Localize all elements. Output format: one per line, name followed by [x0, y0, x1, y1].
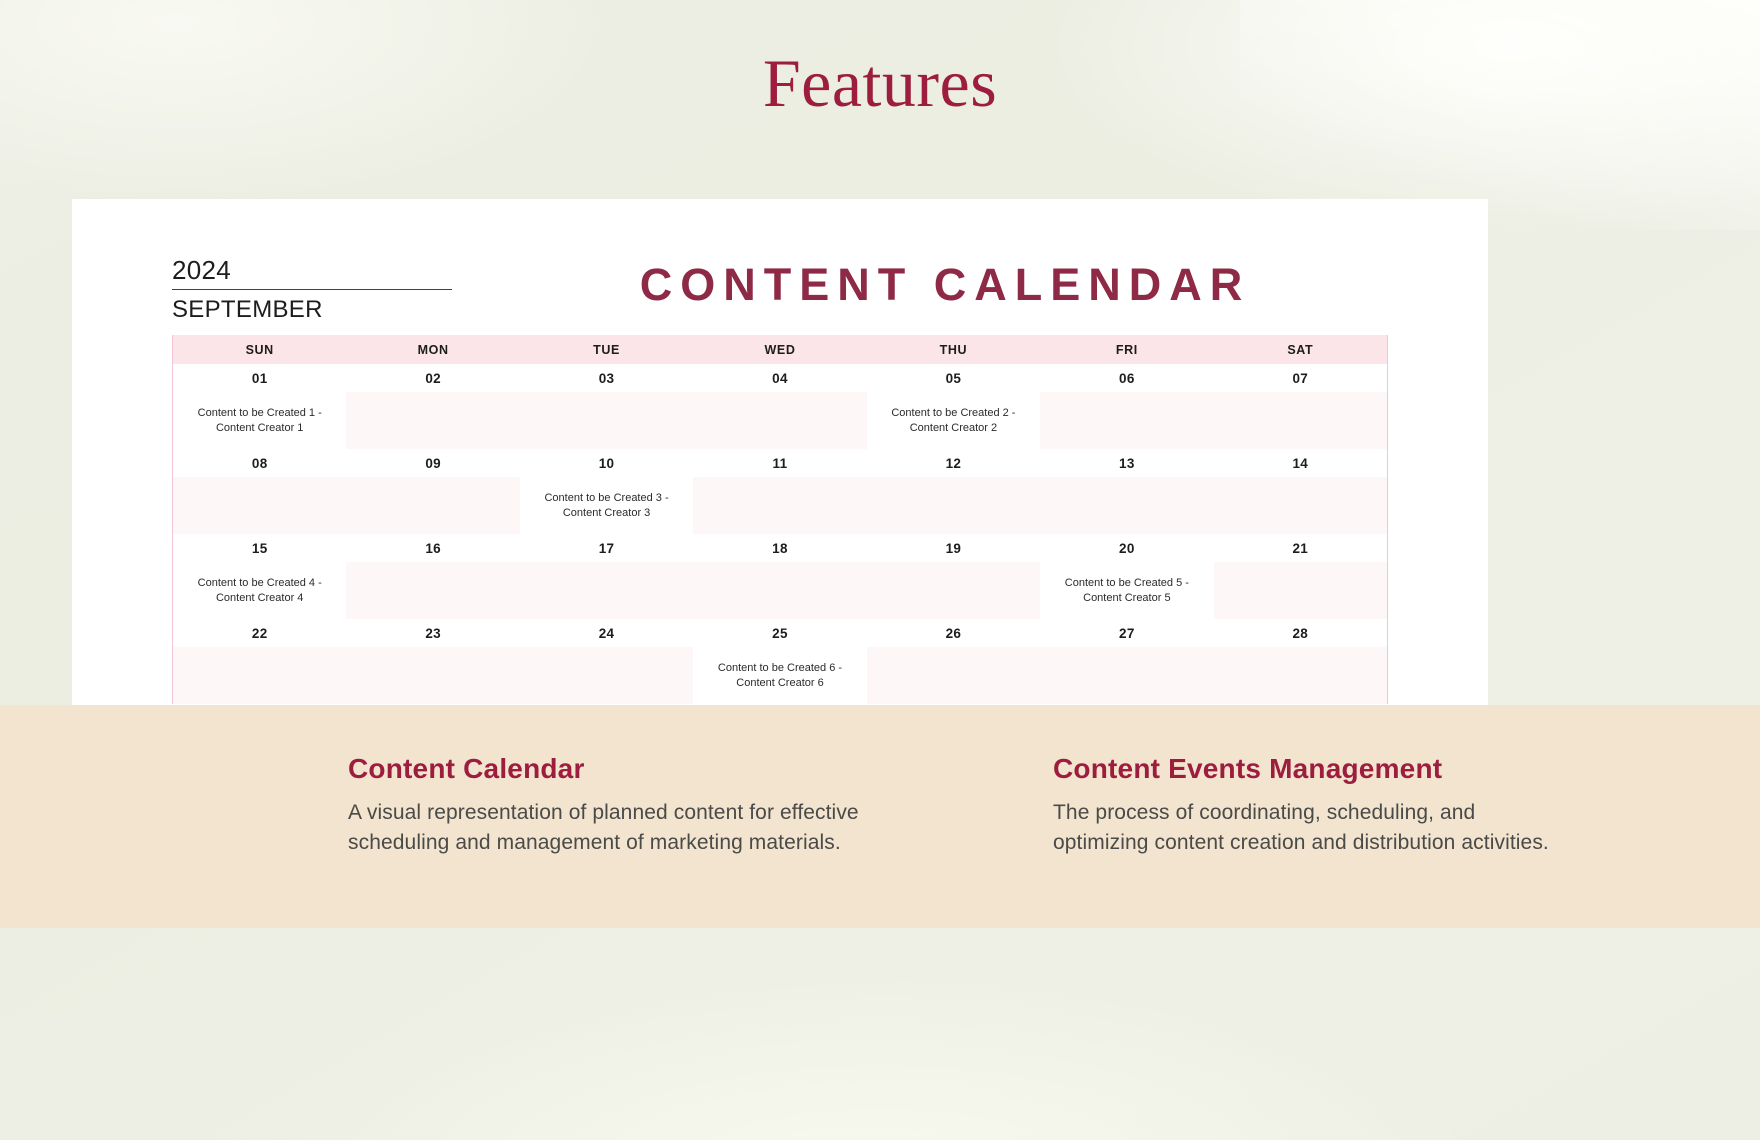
week-date-row: 08 09 10 11 12 13 14 [173, 449, 1387, 477]
calendar-entry[interactable]: Content to be Created 4 - Content Creato… [173, 562, 347, 619]
calendar-entry[interactable] [1040, 477, 1214, 534]
date-number: 18 [772, 540, 788, 556]
calendar-entry[interactable]: Content to be Created 2 - Content Creato… [866, 392, 1041, 449]
calendar-entry[interactable] [866, 647, 1041, 704]
date-number: 23 [425, 625, 441, 641]
day-header-wed: WED [764, 342, 796, 357]
feature-heading: Content Events Management [1053, 753, 1443, 784]
date-number: 22 [251, 625, 268, 641]
date-number: 04 [772, 370, 788, 386]
calendar-header: 2024 SEPTEMBER CONTENT CALENDAR [72, 199, 1488, 335]
page-title: Features [762, 45, 998, 121]
feature-item-content-events-management: Content Events Management The process of… [1053, 752, 1573, 858]
date-number: 14 [1292, 455, 1309, 471]
calendar-entry[interactable]: Content to be Created 5 - Content Creato… [1040, 562, 1214, 619]
date-number: 10 [598, 455, 615, 471]
date-number: 24 [598, 625, 615, 641]
calendar-entry[interactable] [1213, 477, 1387, 534]
week-content-row: Content to be Created 3 - Content Creato… [173, 477, 1387, 534]
date-number: 19 [945, 540, 962, 556]
date-number: 11 [772, 455, 788, 471]
calendar-divider-rule [172, 289, 452, 290]
date-number: 05 [945, 370, 962, 386]
calendar-title: CONTENT CALENDAR [639, 259, 1251, 310]
date-number: 20 [1119, 540, 1135, 556]
feature-description: The process of coordinating, scheduling,… [1053, 801, 1549, 854]
week-content-row: Content to be Created 4 - Content Creato… [173, 562, 1387, 619]
date-number: 06 [1119, 370, 1135, 386]
calendar-entry[interactable]: Content to be Created 3 - Content Creato… [519, 477, 694, 534]
date-number: 15 [251, 540, 268, 556]
calendar-grid: SUN MON TUE WED THU FRI SAT 01 02 03 04 … [172, 335, 1388, 704]
calendar-entry[interactable] [519, 562, 694, 619]
calendar-entry[interactable] [1213, 647, 1387, 704]
date-number: 12 [945, 455, 962, 471]
day-header-sun: SUN [245, 342, 274, 357]
date-number: 07 [1292, 370, 1309, 386]
date-number: 03 [598, 370, 615, 386]
week-date-row: 01 02 03 04 05 06 07 [173, 364, 1387, 392]
date-number: 26 [945, 625, 962, 641]
calendar-entry[interactable] [693, 562, 867, 619]
day-header-mon: MON [417, 342, 449, 357]
day-header-tue: TUE [593, 342, 620, 357]
week-date-row: 15 16 17 18 19 20 21 [173, 534, 1387, 562]
week-content-row: Content to be Created 6 - Content Creato… [173, 647, 1387, 704]
date-number: 09 [425, 455, 441, 471]
calendar-entry[interactable] [173, 477, 347, 534]
calendar-entry[interactable] [693, 392, 867, 449]
feature-item-content-calendar: Content Calendar A visual representation… [348, 752, 868, 858]
week-content-row: Content to be Created 1 - Content Creato… [173, 392, 1387, 449]
day-of-week-row: SUN MON TUE WED THU FRI SAT [173, 335, 1387, 364]
calendar-entry[interactable] [1040, 647, 1214, 704]
feature-description: A visual representation of planned conte… [348, 801, 859, 854]
date-number: 01 [251, 370, 268, 386]
calendar-month: SEPTEMBER [172, 296, 323, 323]
calendar-entry[interactable] [693, 477, 867, 534]
calendar-entry[interactable] [1040, 392, 1214, 449]
date-number: 08 [251, 455, 268, 471]
calendar-entry[interactable] [346, 647, 520, 704]
calendar-entry[interactable]: Content to be Created 1 - Content Creato… [173, 392, 347, 449]
calendar-entry[interactable] [519, 647, 694, 704]
calendar-year: 2024 [172, 255, 232, 285]
date-number: 16 [425, 540, 441, 556]
calendar-entry[interactable] [346, 392, 520, 449]
features-band: Content Calendar A visual representation… [0, 705, 1760, 928]
day-header-thu: THU [939, 342, 968, 357]
calendar-entry[interactable] [519, 392, 694, 449]
date-number: 13 [1119, 455, 1135, 471]
calendar-entry[interactable] [173, 647, 347, 704]
date-number: 21 [1292, 540, 1309, 556]
date-number: 17 [598, 540, 615, 556]
date-number: 27 [1119, 625, 1135, 641]
date-number: 02 [425, 370, 441, 386]
calendar-date-block: 2024 SEPTEMBER [172, 255, 452, 324]
day-header-fri: FRI [1115, 342, 1138, 357]
feature-heading: Content Calendar [348, 753, 585, 784]
date-number: 25 [772, 625, 788, 641]
calendar-entry[interactable]: Content to be Created 6 - Content Creato… [693, 647, 867, 704]
day-header-sat: SAT [1287, 342, 1314, 357]
calendar-entry[interactable] [866, 477, 1041, 534]
calendar-entry[interactable] [866, 562, 1041, 619]
week-date-row: 22 23 24 25 26 27 28 [173, 619, 1387, 647]
calendar-entry[interactable] [1213, 562, 1387, 619]
calendar-entry[interactable] [346, 477, 520, 534]
date-number: 28 [1292, 625, 1309, 641]
calendar-card: 2024 SEPTEMBER CONTENT CALENDAR SUN MON … [72, 199, 1488, 705]
calendar-entry[interactable] [346, 562, 520, 619]
calendar-entry[interactable] [1213, 392, 1387, 449]
